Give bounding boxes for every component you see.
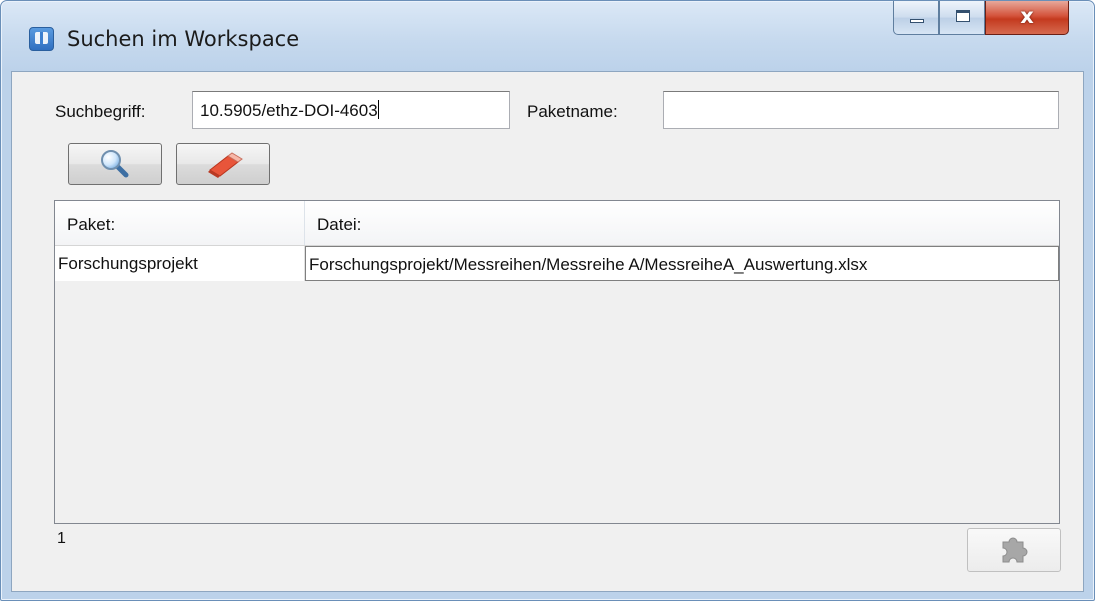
column-header-file[interactable]: Datei: [305, 201, 1059, 245]
results-table[interactable]: Paket: Datei: Forschungsprojekt Forschun… [54, 200, 1060, 524]
cell-package[interactable]: Forschungsprojekt [55, 246, 305, 281]
text-caret [377, 100, 379, 119]
search-term-label: Suchbegriff: [55, 102, 146, 121]
title-bar[interactable]: Suchen im Workspace x [1, 1, 1094, 71]
search-window: Suchen im Workspace x Suchbegriff: 10.59… [0, 0, 1095, 601]
dialog-body: Suchbegriff: 10.5905/ethz-DOI-4603 Paket… [11, 71, 1084, 592]
minimize-button[interactable] [893, 1, 939, 35]
export-button[interactable] [967, 528, 1061, 572]
window-title: Suchen im Workspace [67, 27, 300, 51]
close-button[interactable]: x [985, 1, 1069, 35]
table-header: Paket: Datei: [55, 201, 1059, 246]
magnifier-icon [101, 150, 129, 178]
column-header-package[interactable]: Paket: [55, 201, 305, 245]
cell-file[interactable]: Forschungsprojekt/Messreihen/Messreihe A… [305, 246, 1059, 281]
package-name-input[interactable] [663, 91, 1059, 129]
search-button[interactable] [68, 143, 162, 185]
clear-button[interactable] [176, 143, 270, 185]
close-icon: x [1020, 4, 1034, 28]
eraser-icon [208, 152, 243, 178]
search-term-input[interactable]: 10.5905/ethz-DOI-4603 [192, 91, 510, 129]
maximize-button[interactable] [939, 1, 985, 35]
app-icon [29, 27, 54, 51]
maximize-icon [956, 10, 970, 22]
search-term-value: 10.5905/ethz-DOI-4603 [200, 101, 378, 120]
table-row[interactable]: Forschungsprojekt Forschungsprojekt/Mess… [55, 246, 1059, 281]
puzzle-icon [1002, 537, 1028, 563]
minimize-icon [910, 19, 924, 23]
result-count: 1 [57, 530, 66, 547]
package-name-label: Paketname: [527, 102, 618, 121]
